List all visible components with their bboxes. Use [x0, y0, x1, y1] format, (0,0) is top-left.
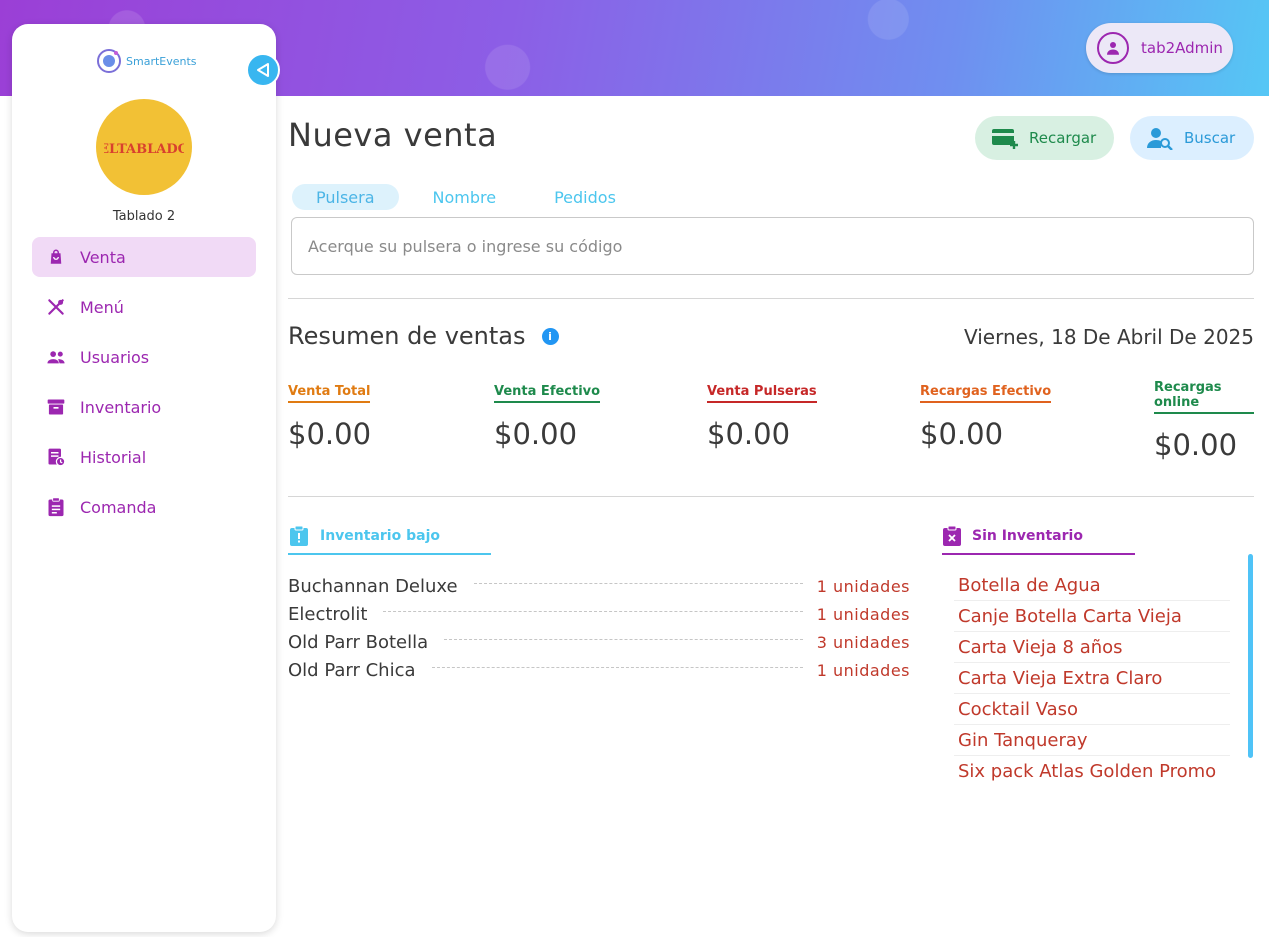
list-item: Canje Botella Carta Vieja: [954, 601, 1230, 632]
stat-label: Recargas online: [1154, 380, 1254, 414]
shopping-bag-icon: [46, 247, 66, 267]
sidebar-item-label: Usuarios: [80, 347, 150, 367]
dash-leader: [473, 582, 803, 584]
item-qty: 3 unidades: [816, 632, 910, 652]
dash-leader: [444, 638, 803, 640]
search-box: [291, 217, 1254, 275]
low-inventory-list: Buchannan Deluxe 1 unidades Electrolit 1…: [288, 572, 910, 684]
no-inventory-title: Sin Inventario: [972, 528, 1083, 544]
buscar-label: Buscar: [1184, 129, 1236, 147]
sidebar-item-historial[interactable]: Historial: [32, 437, 256, 477]
sidebar-item-venta[interactable]: Venta: [32, 237, 256, 277]
item-name: Old Parr Chica: [288, 659, 416, 681]
user-icon: [1097, 32, 1129, 64]
list-item: Electrolit 1 unidades: [288, 600, 910, 628]
info-icon[interactable]: i: [541, 327, 559, 345]
item-name: Old Parr Botella: [288, 631, 429, 653]
search-input[interactable]: [308, 236, 1253, 256]
stat-venta-pulseras: Venta Pulseras $0.00: [707, 380, 817, 451]
triangle-left-icon: [257, 63, 269, 77]
stat-label: Recargas Efectivo: [920, 384, 1052, 403]
divider: [288, 298, 1254, 299]
archive-icon: [46, 397, 66, 417]
stat-label: Venta Total: [288, 384, 371, 403]
stat-value: $0.00: [494, 417, 578, 451]
sidebar-item-label: Inventario: [80, 397, 162, 417]
sidebar-item-comanda[interactable]: Comanda: [32, 487, 256, 527]
utensils-icon: [46, 297, 66, 317]
list-item: Six pack Atlas Golden Promo: [958, 761, 1217, 782]
list-item: Buchannan Deluxe 1 unidades: [288, 572, 910, 600]
venue-logo: ELTABLADO: [96, 99, 192, 195]
user-name: tab2Admin: [1141, 39, 1223, 57]
recargar-label: Recargar: [1029, 129, 1097, 147]
tab-nombre[interactable]: Nombre: [409, 184, 521, 210]
list-item: Carta Vieja Extra Claro: [954, 663, 1230, 694]
low-inventory-title: Inventario bajo: [320, 528, 440, 544]
tab-pulsera[interactable]: Pulsera: [292, 184, 399, 210]
sidebar-item-label: Menú: [80, 297, 124, 317]
stat-label: Venta Pulseras: [707, 384, 817, 403]
item-qty: 1 unidades: [816, 576, 910, 596]
sidebar-item-label: Venta: [80, 247, 126, 267]
sidebar-item-label: Historial: [80, 447, 147, 467]
users-icon: [46, 347, 66, 367]
list-item: Old Parr Botella 3 unidades: [288, 628, 910, 656]
current-date: Viernes, 18 De Abril De 2025: [964, 325, 1254, 349]
sidebar-item-menu[interactable]: Menú: [32, 287, 256, 327]
summary-title: Resumen de ventas i: [288, 322, 559, 350]
list-item: Cocktail Vaso: [954, 694, 1230, 725]
clipboard-alert-icon: [290, 525, 308, 546]
app-logo: SmartEvents: [96, 48, 197, 74]
search-mode-tabs: Pulsera Nombre Pedidos: [292, 184, 640, 210]
summary-title-text: Resumen de ventas: [288, 322, 526, 350]
svg-text:ELTABLADO: ELTABLADO: [104, 142, 184, 157]
sidebar-item-label: Comanda: [80, 497, 157, 517]
clipboard-x-icon: [943, 525, 961, 546]
stat-value: $0.00: [288, 417, 372, 451]
add-card-icon: [992, 129, 1018, 149]
collapse-sidebar-button[interactable]: [246, 53, 280, 87]
no-inventory-list: Botella de Agua Canje Botella Carta Viej…: [954, 570, 1230, 787]
tab-pedidos[interactable]: Pedidos: [530, 184, 640, 210]
venue-name: Tablado 2: [112, 209, 176, 224]
clipboard-icon: [46, 497, 66, 517]
dash-leader: [383, 610, 803, 612]
recargar-button[interactable]: Recargar: [975, 116, 1114, 160]
user-menu-button[interactable]: tab2Admin: [1086, 23, 1233, 73]
history-icon: [46, 447, 66, 467]
stat-recargas-online: Recargas online $0.00: [1154, 380, 1254, 462]
sidebar-item-inventario[interactable]: Inventario: [32, 387, 256, 427]
stat-recargas-efectivo: Recargas Efectivo $0.00: [920, 380, 1052, 451]
low-inventory-header: Inventario bajo: [288, 525, 491, 555]
sidebar: SmartEvents ELTABLADO Tablado 2 Venta Me…: [12, 24, 276, 932]
list-item: Gin Tanqueray: [954, 725, 1230, 756]
dash-leader: [431, 666, 803, 668]
item-name: Electrolit: [288, 603, 368, 625]
sidebar-nav: Venta Menú Usuarios Inventario Historial: [32, 237, 256, 537]
list-item: Carta Vieja 8 años: [954, 632, 1230, 663]
item-qty: 1 unidades: [816, 604, 910, 624]
stat-venta-efectivo: Venta Efectivo $0.00: [494, 380, 601, 451]
item-qty: 1 unidades: [816, 660, 910, 680]
stat-label: Venta Efectivo: [494, 384, 601, 403]
list-item: Botella de Agua: [954, 570, 1230, 601]
user-search-icon: [1147, 128, 1173, 150]
list-scrollbar[interactable]: [1248, 554, 1253, 758]
stat-value: $0.00: [1154, 428, 1238, 462]
page-title: Nueva venta: [288, 116, 498, 154]
smartevents-logo-icon: [97, 49, 121, 73]
list-item: Old Parr Chica 1 unidades: [288, 656, 910, 684]
divider: [288, 496, 1254, 497]
stat-venta-total: Venta Total $0.00: [288, 380, 371, 451]
item-name: Buchannan Deluxe: [288, 575, 458, 597]
buscar-button[interactable]: Buscar: [1130, 116, 1254, 160]
sidebar-item-usuarios[interactable]: Usuarios: [32, 337, 256, 377]
app-logo-text: SmartEvents: [126, 54, 197, 68]
stat-value: $0.00: [920, 417, 1004, 451]
stat-value: $0.00: [707, 417, 791, 451]
no-inventory-header: Sin Inventario: [942, 525, 1135, 555]
